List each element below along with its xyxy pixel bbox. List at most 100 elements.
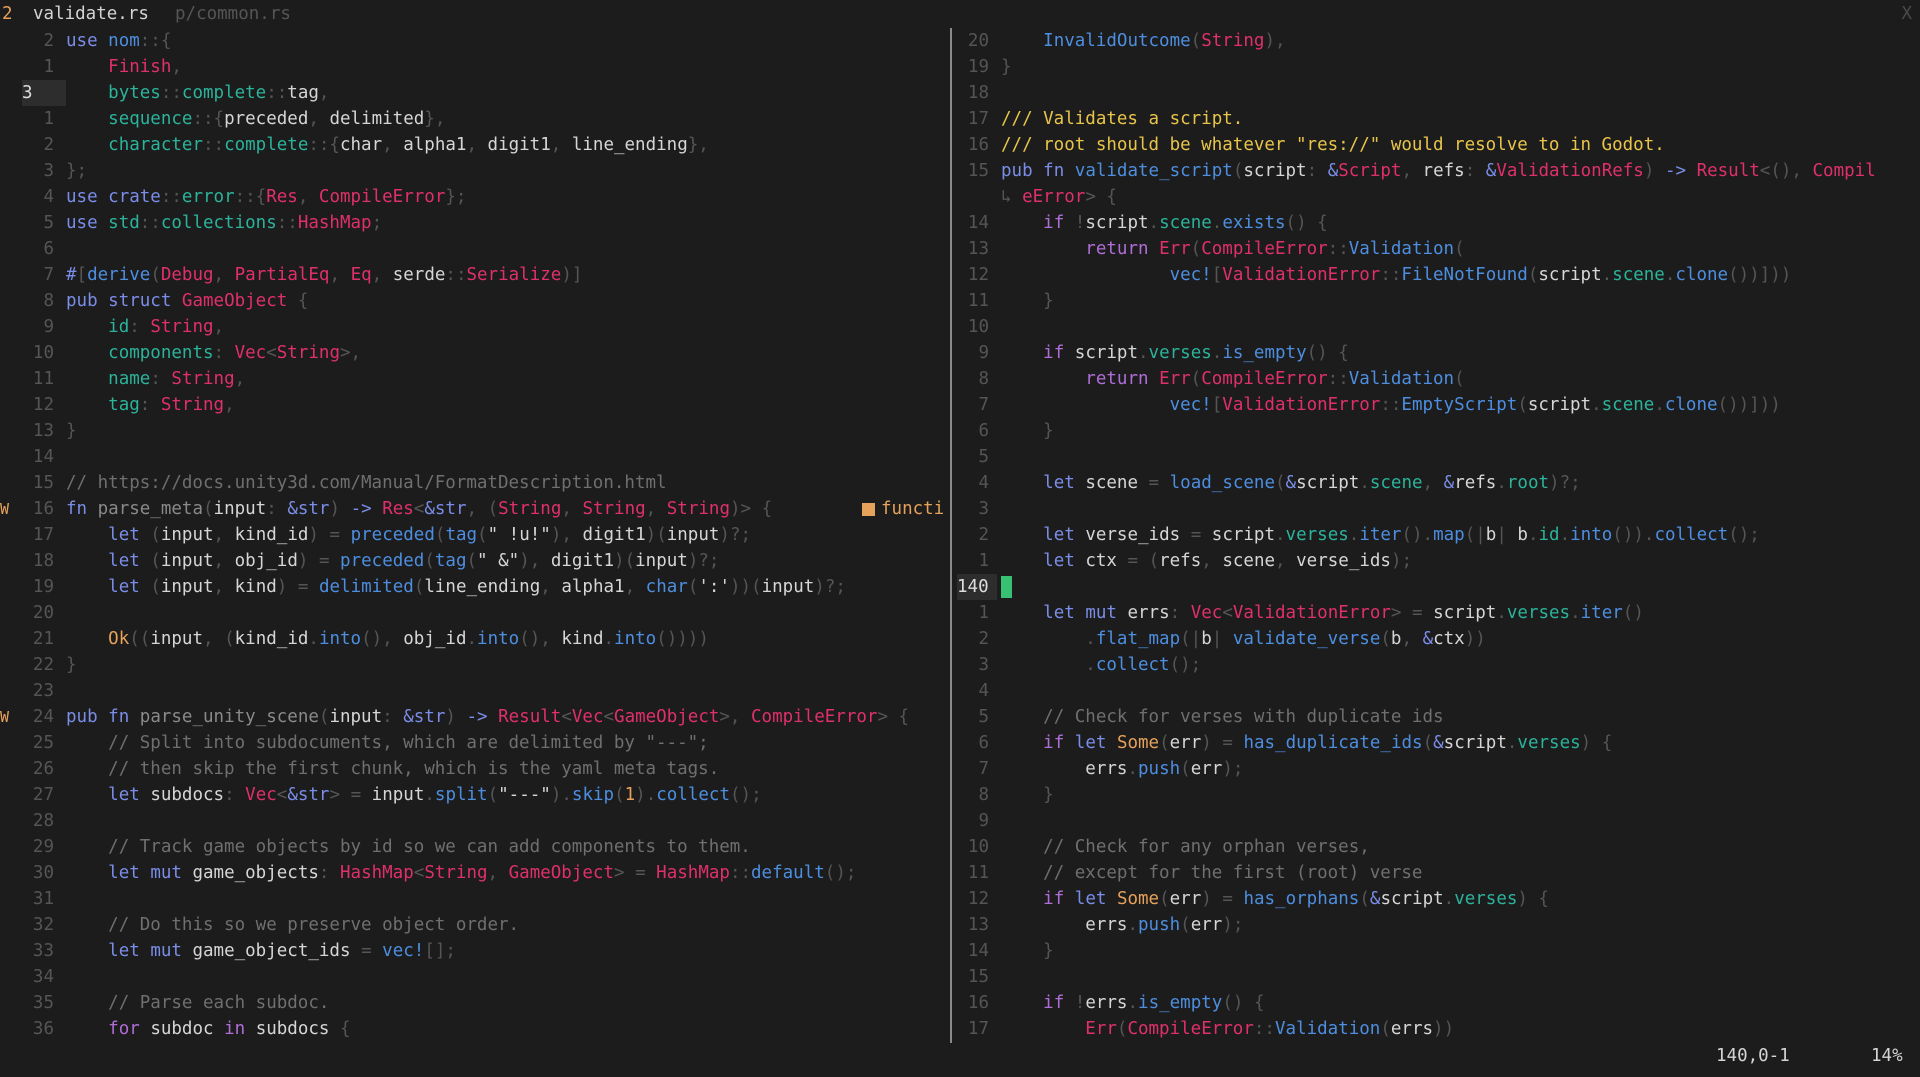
line-number: 17 [967,109,989,129]
code-line: 20 InvalidOutcome(String), [957,28,1920,54]
code-line: 4 [957,678,1920,704]
line-number: 4 [43,187,54,207]
code-text: InvalidOutcome(String), [1043,31,1286,51]
code-text: pub fn parse_unity_scene(input: &str) ->… [66,707,910,727]
line-number: 14 [967,213,989,233]
line-number: 9 [978,343,989,363]
code-text: // https://docs.unity3d.com/Manual/Forma… [66,473,667,493]
code-text: let mut game_objects: HashMap<String, Ga… [108,863,857,883]
tab-validate-rs[interactable]: validate.rs [33,4,149,24]
code-line: 3}; [0,158,950,184]
code-line: 21 Ok((input, (kind_id.into(), obj_id.in… [0,626,950,652]
code-text: sequence::{preceded, delimited}, [108,109,446,129]
code-text: if !errs.is_empty() { [1043,993,1265,1013]
line-number: 10 [967,317,989,337]
code-text: if let Some(err) = has_duplicate_ids(&sc… [1043,733,1613,753]
code-text: // Parse each subdoc. [108,993,330,1013]
line-number: 33 [32,941,54,961]
code-text: .flat_map(|b| validate_verse(b, &ctx)) [1085,629,1486,649]
code-line: 23 [0,678,950,704]
line-number: 3 [22,80,66,106]
code-line: 1 sequence::{preceded, delimited}, [0,106,950,132]
code-line: 5 // Check for verses with duplicate ids [957,704,1920,730]
line-number: 35 [32,993,54,1013]
line-number: 4 [978,473,989,493]
line-number: 29 [32,837,54,857]
code-line: 13 return Err(CompileError::Validation( [957,236,1920,262]
line-number: 5 [43,213,54,233]
code-line: 6 if let Some(err) = has_duplicate_ids(&… [957,730,1920,756]
code-text: ↳ eError> { [1001,187,1117,207]
line-number: 1 [43,109,54,129]
line-number: 18 [32,551,54,571]
code-text: // Check for any orphan verses, [1043,837,1370,857]
code-line: 32 // Do this so we preserve object orde… [0,912,950,938]
current-line: 140 [957,574,1920,600]
line-number: 2 [978,629,989,649]
line-number: 17 [967,1019,989,1039]
code-line: 10 components: Vec<String>, [0,340,950,366]
code-text: Ok((input, (kind_id.into(), obj_id.into(… [108,629,709,649]
line-number: 7 [43,265,54,285]
close-tab-button[interactable]: X [1901,4,1912,24]
cursor-position: 140,0-1 [1716,1046,1790,1066]
tab-count: 2 [2,4,13,24]
code-text: fn parse_meta(input: &str) -> Res<&str, … [66,499,773,519]
code-text: let subdocs: Vec<&str> = input.split("--… [108,785,762,805]
line-number: 9 [978,811,989,831]
tab-common-rs[interactable]: p/common.rs [175,4,291,24]
line-number: 22 [32,655,54,675]
code-text: Finish, [108,57,182,77]
code-line: 3 .collect(); [957,652,1920,678]
code-line: 2 .flat_map(|b| validate_verse(b, &ctx)) [957,626,1920,652]
code-line: 15 // https://docs.unity3d.com/Manual/For… [0,470,950,496]
code-line: 5 [957,444,1920,470]
code-text: let (input, obj_id) = preceded(tag(" &")… [108,551,720,571]
line-number: 24 [32,707,54,727]
code-line: 31 [0,886,950,912]
line-number: 1 [978,551,989,571]
code-text: if let Some(err) = has_orphans(&script.v… [1043,889,1550,909]
code-text: // Check for verses with duplicate ids [1043,707,1444,727]
code-line: 19 let (input, kind) = delimited(line_en… [0,574,950,600]
code-line: 29 // Track game objects by id so we can… [0,834,950,860]
line-number: 5 [978,707,989,727]
code-line: 14 } [957,938,1920,964]
code-text: } [1043,291,1054,311]
code-text: let (input, kind) = delimited(line_endin… [108,577,846,597]
line-number: 12 [967,889,989,909]
code-text: Err(CompileError::Validation(errs)) [1085,1019,1455,1039]
code-line: 1 let mut errs: Vec<ValidationError> = s… [957,600,1920,626]
code-line: 7 #[derive(Debug, PartialEq, Eq, serde::S… [0,262,950,288]
line-number: 10 [967,837,989,857]
code-line: 18 [957,80,1920,106]
line-number: 13 [967,915,989,935]
code-text: let ctx = (refs, scene, verse_ids); [1043,551,1413,571]
code-line: 28 [0,808,950,834]
code-text: if script.verses.is_empty() { [1043,343,1349,363]
code-text: } [1043,785,1054,805]
line-number: 19 [32,577,54,597]
code-line: ↳ eError> { [957,184,1920,210]
current-line: 3 bytes::complete::tag, [0,80,950,106]
line-number: 1 [43,57,54,77]
line-number: 23 [32,681,54,701]
code-text: } [66,421,77,441]
split-divider[interactable] [950,28,952,1043]
line-number: 27 [32,785,54,805]
code-text: use nom::{ [66,31,172,51]
left-editor-pane[interactable]: 2 use nom::{ 1 Finish, 3 bytes::complete:… [0,28,950,1043]
line-number: 16 [32,499,54,519]
code-line: 11 // except for the first (root) verse [957,860,1920,886]
right-editor-pane[interactable]: 20 InvalidOutcome(String), 19} 18 17/// … [957,28,1920,1043]
code-line: 12 vec![ValidationError::FileNotFound(sc… [957,262,1920,288]
code-line: 17 Err(CompileError::Validation(errs)) [957,1016,1920,1042]
code-action-hint[interactable]: functi [862,496,944,522]
code-text: } [1001,57,1012,77]
line-number: 10 [32,343,54,363]
line-number: 15 [967,161,989,181]
code-text: id: String, [108,317,225,337]
code-line: 11 name: String, [0,366,950,392]
line-number: 32 [32,915,54,935]
code-line: 36 for subdoc in subdocs { [0,1016,950,1042]
